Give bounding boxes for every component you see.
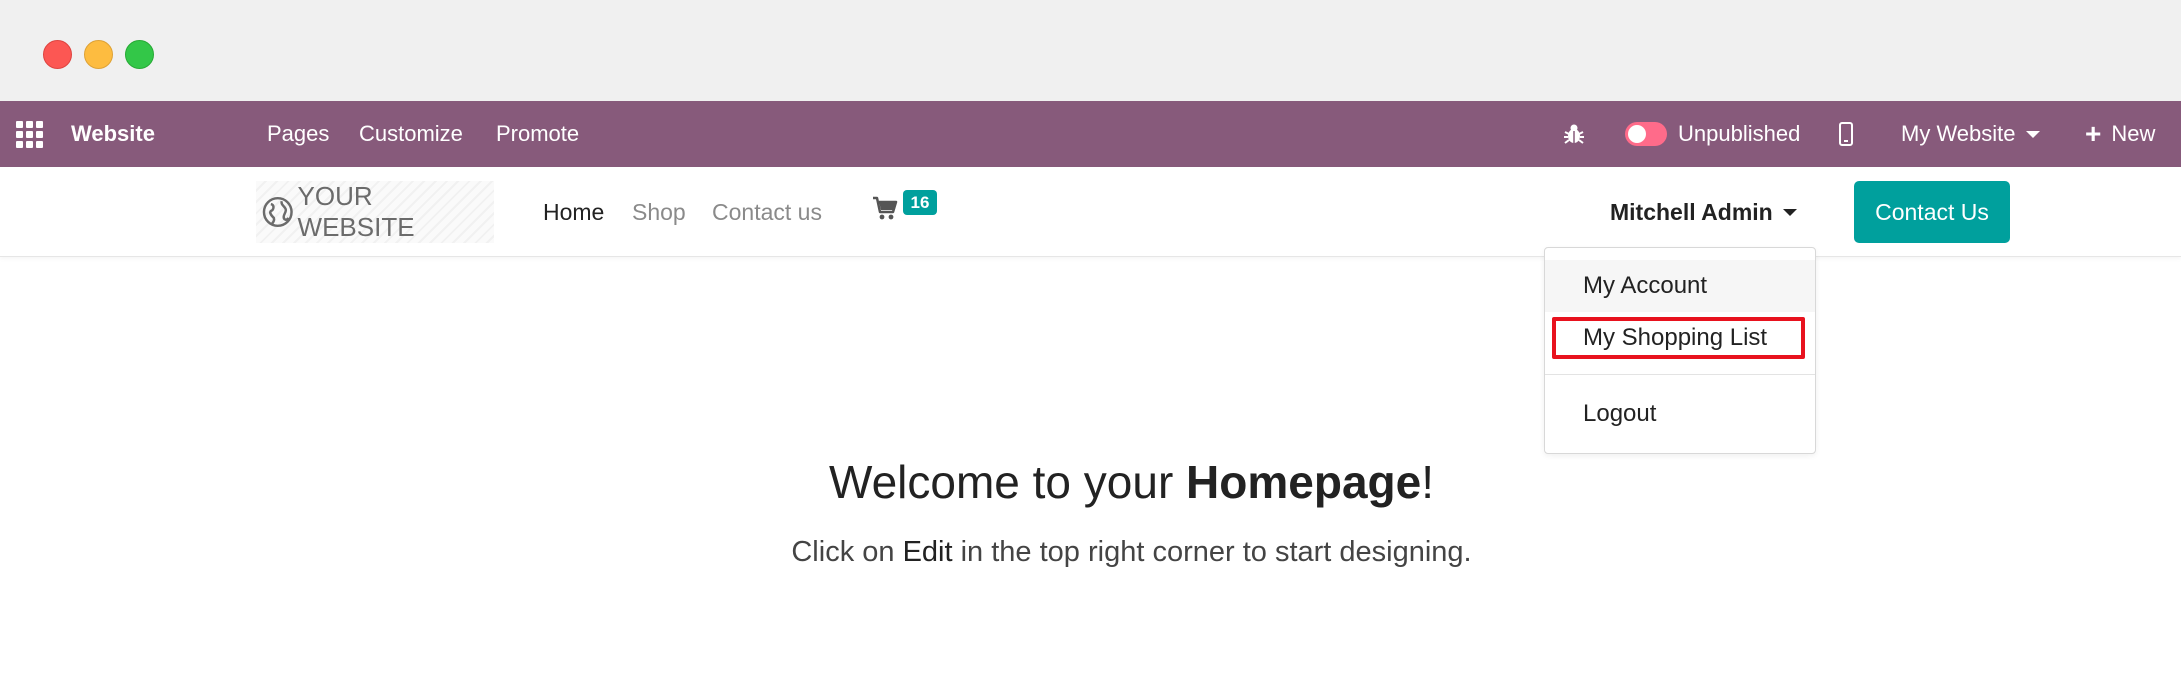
cart-count-badge[interactable]: 16 (903, 190, 937, 215)
user-menu-toggle[interactable]: Mitchell Admin (1610, 167, 1797, 257)
minimize-window-button[interactable] (84, 40, 113, 69)
logo-text: YOUR WEBSITE (297, 181, 415, 242)
welcome-suffix: ! (1421, 456, 1434, 508)
nav-contact-us[interactable]: Contact us (712, 167, 822, 257)
user-name: Mitchell Admin (1610, 198, 1773, 225)
website-selector-label: My Website (1901, 121, 2016, 146)
contact-us-button[interactable]: Contact Us (1854, 181, 2010, 243)
bug-icon[interactable] (1563, 101, 1585, 167)
new-button-label: New (2111, 121, 2156, 146)
menu-pages[interactable]: Pages (267, 101, 329, 167)
welcome-prefix: Welcome to your (828, 456, 1187, 508)
globe-icon (262, 196, 293, 228)
close-window-button[interactable] (43, 40, 72, 69)
welcome-subtext: Click on Edit in the top right corner to… (0, 536, 2181, 569)
cart-icon[interactable] (872, 195, 898, 226)
publish-toggle[interactable] (1625, 101, 1667, 167)
site-logo[interactable]: YOUR WEBSITE (256, 181, 494, 243)
maximize-window-button[interactable] (125, 40, 154, 69)
window-titlebar (0, 0, 2181, 101)
website-selector[interactable]: My Website (1901, 101, 2040, 167)
menu-promote[interactable]: Promote (496, 101, 579, 167)
welcome-bold: Homepage (1186, 456, 1422, 508)
chevron-down-icon (2025, 130, 2040, 138)
apps-grid-icon[interactable] (16, 101, 43, 167)
odoo-top-bar: Website Pages Customize Promote Unpublis… (0, 101, 2181, 167)
plus-icon: + (2085, 118, 2102, 149)
nav-shop[interactable]: Shop (632, 167, 686, 257)
highlight-box (1552, 317, 1805, 359)
website-header: YOUR WEBSITE Home Shop Contact us 16 Mit… (0, 167, 2181, 257)
sub-bold: Edit (902, 536, 953, 568)
menu-item-my-account[interactable]: My Account (1545, 260, 1815, 312)
sub-prefix: Click on (791, 536, 903, 568)
user-dropdown-menu: My Account My Shopping List Logout (1544, 247, 1816, 454)
chevron-down-icon (1782, 208, 1797, 216)
welcome-heading: Welcome to your Homepage! (0, 455, 2181, 509)
nav-home[interactable]: Home (543, 167, 604, 257)
app-name[interactable]: Website (71, 101, 155, 167)
menu-customize[interactable]: Customize (359, 101, 463, 167)
publish-status-label[interactable]: Unpublished (1678, 101, 1800, 167)
sub-suffix: in the top right corner to start designi… (952, 536, 1472, 568)
new-button[interactable]: + New (2085, 101, 2155, 167)
menu-item-logout[interactable]: Logout (1545, 388, 1815, 440)
menu-divider (1545, 374, 1815, 375)
mobile-icon[interactable] (1839, 101, 1853, 167)
